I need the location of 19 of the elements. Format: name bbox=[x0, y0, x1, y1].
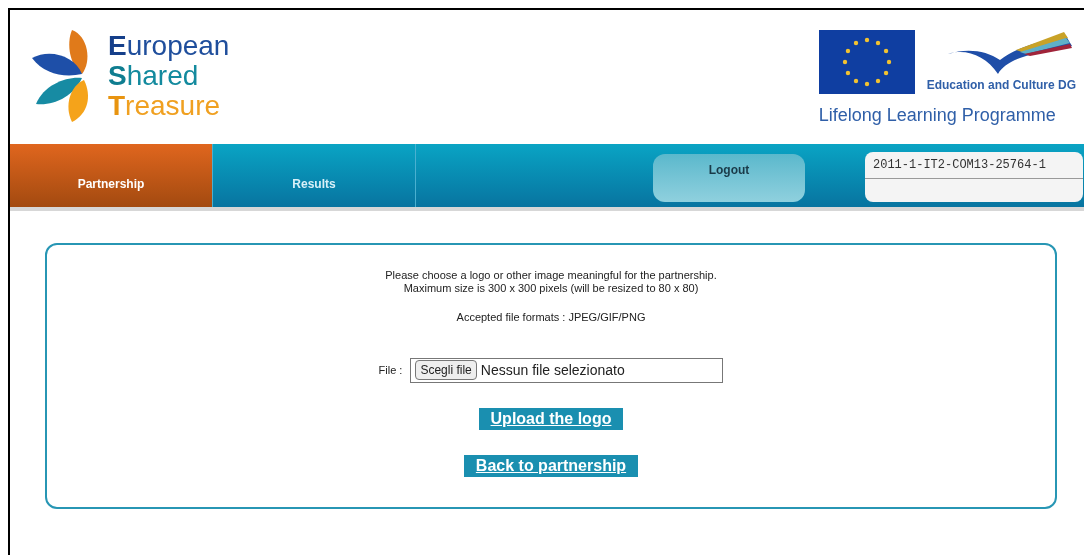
choose-file-button[interactable]: Scegli file bbox=[415, 360, 477, 380]
instruction-text: Please choose a logo or other image meaningful for the partnership. bbox=[385, 269, 717, 282]
action-button[interactable]: Back to partnership bbox=[463, 454, 639, 477]
logo-text: European bbox=[108, 31, 230, 61]
file-status: Nessun file selezionato bbox=[480, 360, 625, 380]
project-code: 2011-1-IT2-COM13-25764-1 bbox=[865, 152, 1083, 179]
nav-tab[interactable]: Results bbox=[213, 144, 416, 207]
logo-text: Treasure bbox=[108, 91, 222, 121]
formats-text: Accepted file formats : JPEG/GIF/PNG bbox=[456, 310, 646, 325]
logout-button[interactable]: Logout bbox=[653, 154, 805, 202]
nav-tab[interactable]: Partnership bbox=[10, 144, 213, 207]
flag-icon bbox=[818, 30, 915, 94]
file-label: File : bbox=[378, 362, 403, 378]
dg-name: Education and Culture DG bbox=[926, 77, 1076, 94]
logo-text: Shared bbox=[108, 61, 199, 91]
action-button[interactable]: Upload the logo bbox=[478, 407, 624, 430]
file-input[interactable]: Scegli file Nessun file selezionato bbox=[410, 357, 724, 383]
instruction-text: Maximum size is 300 x 300 pixels (will be resized to 80 x 80) bbox=[403, 282, 699, 295]
programme-name: Lifelong Learning Programme bbox=[818, 104, 1056, 127]
